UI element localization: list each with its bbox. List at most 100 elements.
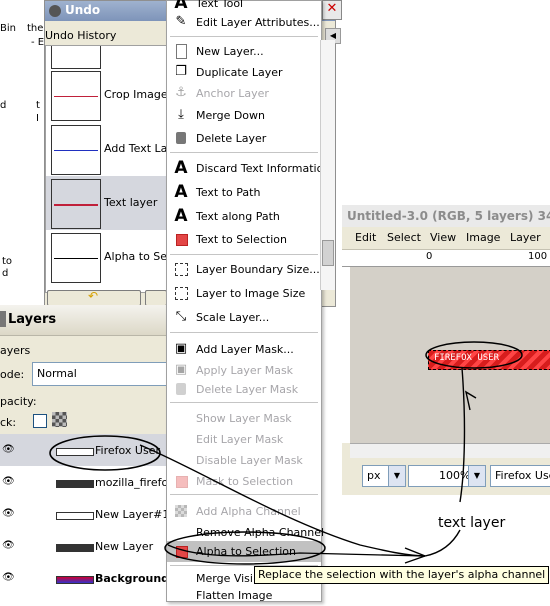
menu-item-text-to-path[interactable]: A Text to Path: [167, 182, 321, 203]
lock-pixels-checkbox[interactable]: [33, 414, 47, 428]
menu-item-label: Text to Path: [196, 186, 261, 199]
eye-icon[interactable]: 👁: [2, 444, 15, 455]
menu-item-label: New Layer...: [196, 45, 264, 58]
menu-item-layer-to-image-size[interactable]: Layer to Image Size: [167, 283, 321, 304]
menu-select[interactable]: Select: [387, 231, 421, 244]
horizontal-ruler: 0 100: [342, 250, 550, 267]
menu-item-label: Discard Text Information: [196, 162, 331, 175]
menu-edit[interactable]: Edit: [355, 231, 376, 244]
undo-button[interactable]: ↶: [47, 289, 141, 306]
menu-item-anchor-layer[interactable]: ⚓ Anchor Layer: [167, 83, 321, 104]
menu-separator: [170, 332, 318, 333]
chevron-down-icon: ▼: [388, 466, 405, 486]
lock-label: ck:: [0, 416, 17, 429]
menu-item-label: Duplicate Layer: [196, 66, 283, 79]
selection-icon: [173, 473, 189, 489]
menu-item-new-layer[interactable]: New Layer...: [167, 41, 321, 62]
eye-icon[interactable]: 👁: [2, 508, 15, 519]
layer-thumbnail: [56, 480, 94, 488]
toolbox-text: to: [2, 256, 13, 267]
zoom-value: 100%: [439, 469, 471, 482]
layer-row[interactable]: 👁 New Layer: [0, 530, 172, 562]
menu-item-flatten-image[interactable]: Flatten Image: [167, 585, 321, 606]
close-icon[interactable]: ✕: [322, 0, 342, 20]
menu-image[interactable]: Image: [466, 231, 500, 244]
active-layer-status: Firefox Use: [490, 465, 550, 487]
layers-subtitle: ayers: [0, 344, 31, 357]
text-A-icon: A: [174, 206, 188, 226]
image-title-text: Untitled-3.0 (RGB, 5 layers) 349x: [347, 209, 550, 223]
merge-icon: ⤓: [178, 107, 184, 122]
text-layer-on-canvas[interactable]: FIREFOX USER: [428, 350, 550, 370]
menu-separator: [170, 254, 318, 255]
menu-item-duplicate-layer[interactable]: ❐ Duplicate Layer: [167, 62, 321, 83]
layer-row[interactable]: 👁 Firefox User: [0, 434, 172, 466]
menu-item-label: Add Alpha Channel: [196, 505, 301, 518]
menu-item-delete-layer-mask[interactable]: Delete Layer Mask: [167, 379, 321, 400]
undo-row-label: Text layer: [104, 196, 158, 209]
undo-row-label: Crop Image: [104, 88, 168, 101]
layer-row[interactable]: 👁 mozilla_firefox: [0, 466, 174, 498]
layer-row[interactable]: 👁 New Layer#1: [0, 498, 172, 530]
menu-item-layer-boundary-size[interactable]: Layer Boundary Size...: [167, 259, 321, 280]
menu-item-edit-layer-mask[interactable]: Edit Layer Mask: [167, 429, 321, 450]
opacity-label: pacity:: [0, 395, 37, 408]
layers-title-text: Layers: [8, 312, 57, 327]
undo-thumbnail: [51, 233, 101, 283]
unit-select[interactable]: px ▼: [362, 465, 406, 487]
mask-icon: ▣: [174, 341, 188, 356]
layer-thumbnail: [56, 512, 94, 520]
eye-icon[interactable]: 👁: [2, 572, 15, 583]
menu-item-label: Scale Layer...: [196, 311, 270, 324]
toolbox-text: t: [36, 100, 40, 111]
menu-item-label: Alpha to Selection: [196, 545, 297, 558]
menu-item-add-alpha-channel[interactable]: Add Alpha Channel: [167, 501, 321, 522]
menu-item-scale-layer[interactable]: ⤡ Scale Layer...: [167, 307, 321, 328]
menu-item-edit-layer-attributes[interactable]: ✎ Edit Layer Attributes...: [167, 12, 321, 33]
mode-select[interactable]: Normal: [32, 362, 174, 386]
layers-titlebar[interactable]: Layers: [0, 305, 172, 336]
menu-item-discard-text-info[interactable]: A Discard Text Information: [167, 158, 330, 179]
menu-layer[interactable]: Layer: [510, 231, 541, 244]
undo-thumbnail: [51, 46, 101, 69]
menu-item-label: Edit Layer Attributes...: [196, 16, 320, 29]
image-menubar: Edit Select View Image Layer: [342, 227, 550, 250]
menu-item-label: Remove Alpha Channel: [196, 526, 325, 539]
menu-item-label: Layer Boundary Size...: [196, 263, 320, 276]
menu-item-apply-layer-mask[interactable]: ▣ Apply Layer Mask: [167, 360, 321, 381]
eye-icon[interactable]: 👁: [2, 540, 15, 551]
ruler-tick: 100: [528, 251, 548, 262]
menu-item-label: Delete Layer Mask: [196, 383, 299, 396]
layer-thumbnail: [56, 448, 94, 456]
menu-item-text-to-selection[interactable]: Text to Selection: [167, 229, 321, 250]
layer-row[interactable]: 👁 Background: [0, 562, 172, 594]
layer-name: Firefox User: [95, 444, 160, 457]
menu-item-label: Show Layer Mask: [196, 412, 292, 425]
menu-item-text-along-path[interactable]: A Text along Path: [167, 206, 321, 227]
toolbox-text: d: [2, 268, 9, 279]
eye-icon[interactable]: 👁: [2, 476, 15, 487]
image-titlebar[interactable]: Untitled-3.0 (RGB, 5 layers) 349x: [342, 205, 550, 227]
layer-list[interactable]: 👁 Firefox User 👁 mozilla_firefox 👁 New L…: [0, 434, 174, 600]
redo-button[interactable]: [145, 290, 167, 306]
menu-view[interactable]: View: [430, 231, 456, 244]
menu-item-show-layer-mask[interactable]: Show Layer Mask: [167, 408, 321, 429]
menu-item-merge-down[interactable]: ⤓ Merge Down: [167, 105, 321, 126]
menu-item-delete-layer[interactable]: Delete Layer: [167, 128, 321, 149]
menu-item-label: Mask to Selection: [196, 475, 294, 488]
text-A-icon: A: [174, 182, 188, 202]
menu-item-label: Text Tool: [196, 0, 244, 10]
menu-item-alpha-to-selection[interactable]: Alpha to Selection: [167, 541, 321, 562]
menu-item-label: Edit Layer Mask: [196, 433, 284, 446]
zoom-select[interactable]: 100% ▼: [408, 465, 486, 487]
layer-thumbnail: [56, 544, 94, 552]
menu-item-mask-to-selection[interactable]: Mask to Selection: [167, 471, 321, 492]
lock-alpha-icon[interactable]: [52, 412, 67, 427]
menu-item-remove-alpha-channel[interactable]: Remove Alpha Channel: [167, 522, 325, 543]
horizontal-scrollbar[interactable]: [350, 443, 550, 458]
mode-value: Normal: [37, 367, 77, 380]
menu-item-disable-layer-mask[interactable]: Disable Layer Mask: [167, 450, 321, 471]
scrollbar-thumb[interactable]: [322, 240, 334, 266]
menu-item-add-layer-mask[interactable]: ▣ Add Layer Mask...: [167, 339, 321, 360]
menu-separator: [170, 402, 318, 403]
